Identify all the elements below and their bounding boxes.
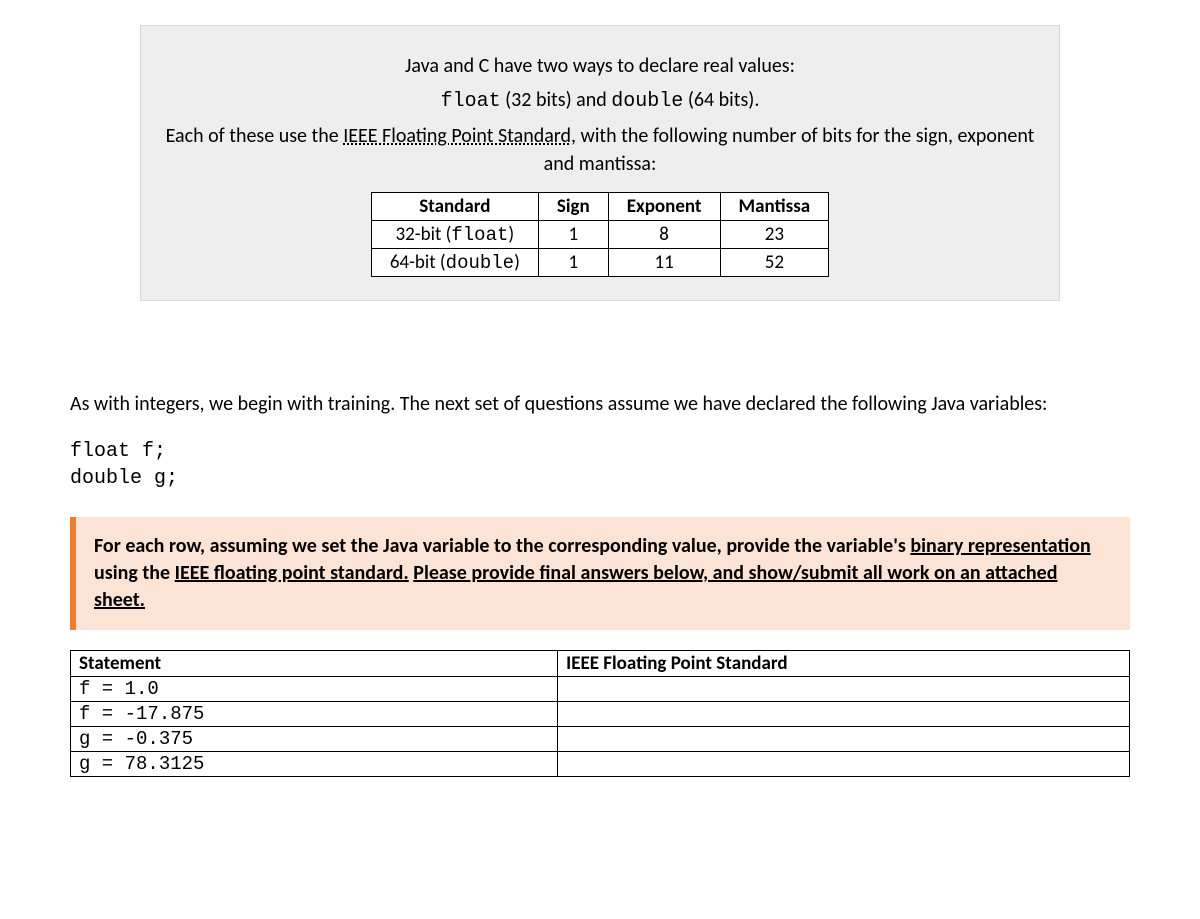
cell: 11 — [608, 249, 720, 277]
cell: 1 — [538, 221, 608, 249]
code-line: float f; — [70, 440, 166, 463]
cell: 52 — [720, 249, 829, 277]
statement-cell: g = -0.375 — [71, 727, 558, 752]
text: ) — [508, 223, 514, 246]
code-line: double g; — [70, 467, 178, 490]
table-row: f = -17.875 — [71, 702, 1130, 727]
table-row: 64-bit (double) 1 11 52 — [371, 249, 828, 277]
text: , with the following number of bits for … — [544, 124, 1035, 176]
info-line-1: Java and C have two ways to declare real… — [151, 52, 1049, 80]
callout-instruction: For each row, assuming we set the Java v… — [70, 517, 1130, 630]
statement-cell: g = 78.3125 — [71, 752, 558, 777]
text: 32-bit ( — [396, 223, 452, 246]
text: using the — [94, 561, 175, 585]
table-header-row: Standard Sign Exponent Mantissa — [371, 193, 828, 221]
info-line-2: float (32 bits) and double (64 bits). — [151, 86, 1049, 116]
col-exponent: Exponent — [608, 193, 720, 221]
underlined-text: binary representation — [910, 534, 1090, 558]
text: For each row, assuming we set the Java v… — [94, 534, 910, 558]
code-float: float — [441, 90, 501, 113]
col-ieee: IEEE Floating Point Standard — [558, 651, 1130, 677]
info-line-3: Each of these use the IEEE Floating Poin… — [151, 122, 1049, 178]
row-label-float: 32-bit (float) — [371, 221, 538, 249]
answer-cell[interactable] — [558, 727, 1130, 752]
answer-table: Statement IEEE Floating Point Standard f… — [70, 650, 1130, 777]
document-page: Java and C have two ways to declare real… — [0, 25, 1200, 919]
answer-cell[interactable] — [558, 752, 1130, 777]
text: Each of these use the — [166, 124, 344, 148]
row-label-double: 64-bit (double) — [371, 249, 538, 277]
col-standard: Standard — [371, 193, 538, 221]
text: 64-bit ( — [390, 251, 446, 274]
text: (64 bits). — [683, 88, 759, 112]
info-box: Java and C have two ways to declare real… — [140, 25, 1060, 301]
cell: 8 — [608, 221, 720, 249]
answer-cell[interactable] — [558, 702, 1130, 727]
intro-paragraph: As with integers, we begin with training… — [70, 391, 1130, 418]
ieee-link[interactable]: IEEE Floating Point Standard — [343, 124, 571, 148]
code-double: double — [446, 252, 514, 274]
cell: 1 — [538, 249, 608, 277]
table-row: g = 78.3125 — [71, 752, 1130, 777]
col-statement: Statement — [71, 651, 558, 677]
code-float: float — [451, 224, 508, 246]
spacer — [0, 301, 1200, 381]
cell: 23 — [720, 221, 829, 249]
statement-cell: f = -17.875 — [71, 702, 558, 727]
col-mantissa: Mantissa — [720, 193, 829, 221]
code-double: double — [611, 90, 683, 113]
table-row: 32-bit (float) 1 8 23 — [371, 221, 828, 249]
code-block: float f; double g; — [70, 438, 1130, 492]
table-row: g = -0.375 — [71, 727, 1130, 752]
body-text: As with integers, we begin with training… — [70, 391, 1130, 777]
statement-cell: f = 1.0 — [71, 677, 558, 702]
text: (32 bits) and — [501, 88, 612, 112]
underlined-text: IEEE floating point standard. — [175, 561, 409, 585]
bits-table: Standard Sign Exponent Mantissa 32-bit (… — [371, 192, 829, 277]
table-header-row: Statement IEEE Floating Point Standard — [71, 651, 1130, 677]
col-sign: Sign — [538, 193, 608, 221]
table-row: f = 1.0 — [71, 677, 1130, 702]
text: ) — [514, 251, 520, 274]
answer-cell[interactable] — [558, 677, 1130, 702]
